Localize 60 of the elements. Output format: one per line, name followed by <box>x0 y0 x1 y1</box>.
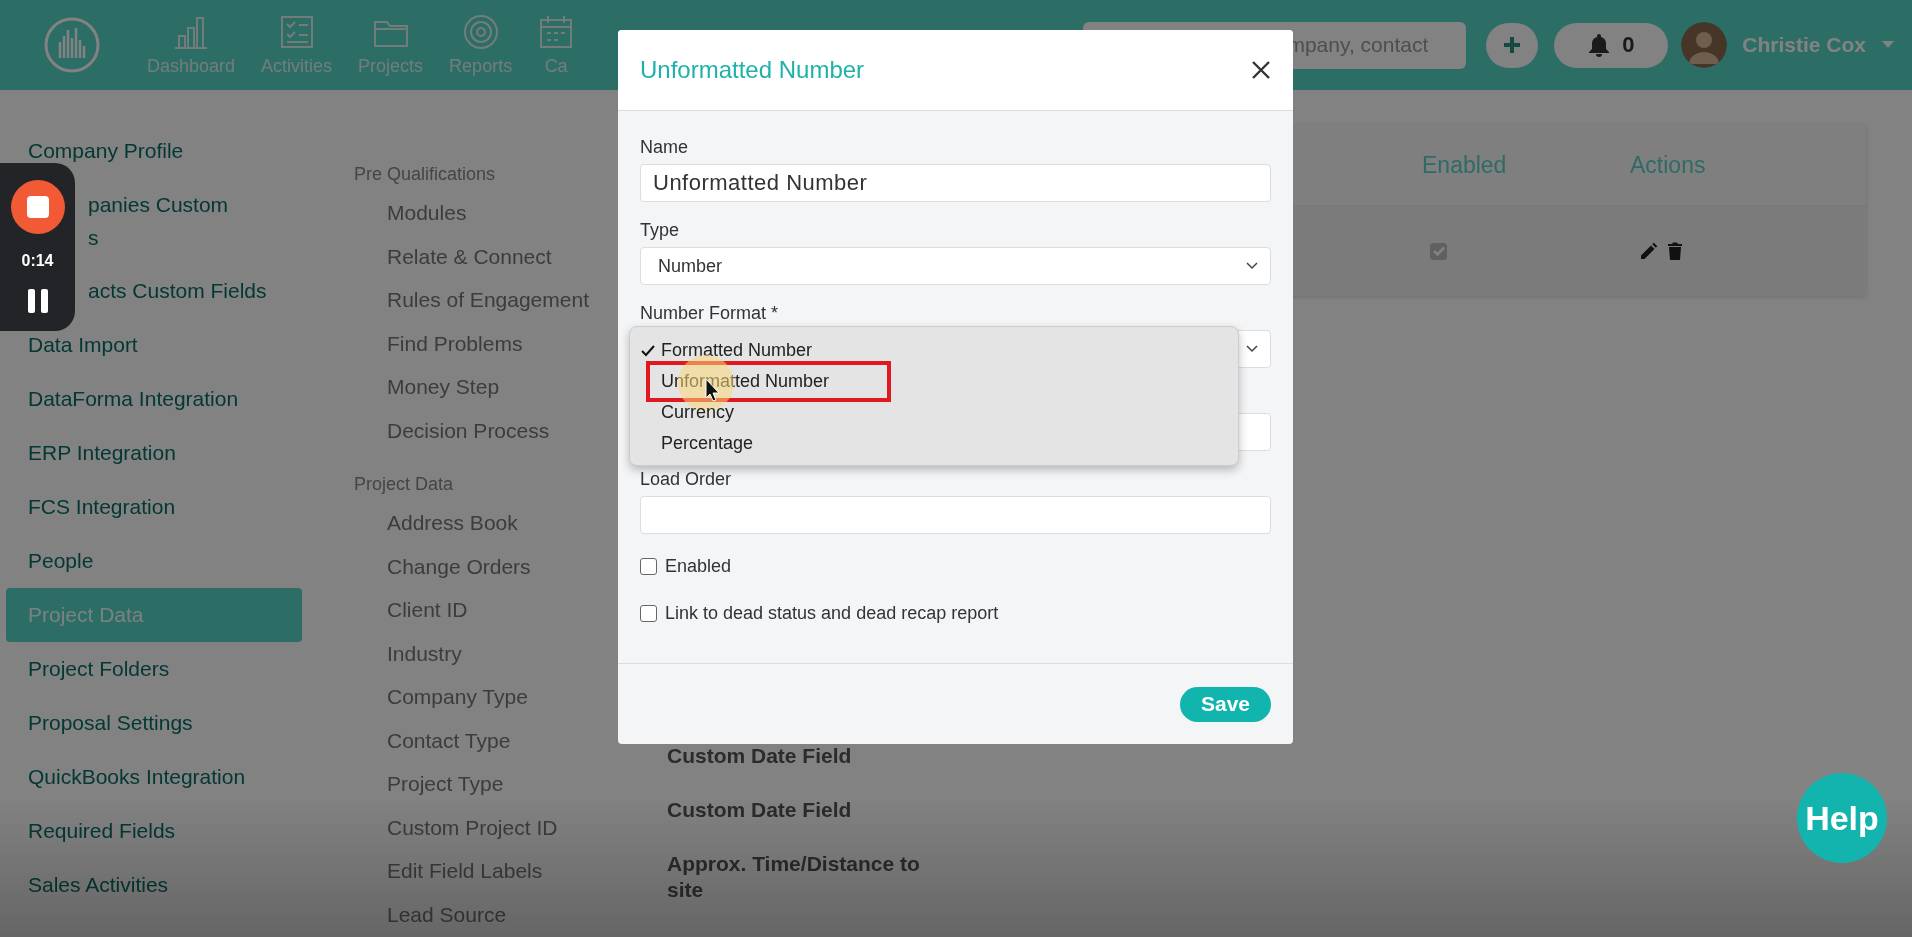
trash-icon[interactable] <box>1668 242 1682 260</box>
column-header: Actions <box>1630 151 1707 179</box>
sidebar-item[interactable]: DataForma Integration <box>6 372 261 426</box>
modal-title: Unformatted Number <box>640 56 865 84</box>
dropdown-option[interactable]: Percentage <box>630 428 1238 459</box>
sidebar-item[interactable]: panies Custom s <box>76 178 251 264</box>
checkbox[interactable] <box>640 558 657 575</box>
sidebar-item[interactable]: Required Fields <box>6 804 198 858</box>
dropdown-option[interactable]: Formatted Number <box>630 335 1238 366</box>
checkbox-label: Enabled <box>665 556 732 577</box>
notifications-button[interactable]: 0 <box>1554 22 1669 68</box>
add-button[interactable] <box>1486 22 1539 68</box>
user-name[interactable]: Christie Cox <box>1742 33 1866 57</box>
dropdown-option[interactable]: Currency <box>630 397 1238 428</box>
save-button[interactable]: Save <box>1180 686 1271 722</box>
select-field[interactable]: Number <box>640 247 1271 285</box>
field-label: Name <box>640 137 689 159</box>
sidebar-item[interactable]: FCS Integration <box>6 480 198 534</box>
pause-button[interactable] <box>26 288 49 314</box>
checklist-icon <box>278 13 315 50</box>
field-label: Type <box>640 220 681 242</box>
input-field[interactable] <box>640 496 1271 534</box>
field-label: Custom Date Field <box>667 797 853 823</box>
field-label: Load Order <box>640 469 733 491</box>
close-button[interactable] <box>1251 60 1271 80</box>
chevron-icon <box>1246 262 1258 270</box>
submenu-item[interactable]: Edit Field Labels <box>354 849 654 893</box>
checkbox[interactable] <box>1430 242 1447 260</box>
pencil-icon[interactable] <box>1640 242 1658 260</box>
sidebar-item[interactable]: Data Import <box>6 318 160 372</box>
field-label: Number Format * <box>640 303 780 325</box>
sidebar-item[interactable]: QuickBooks Integration <box>6 750 268 804</box>
field-label: Custom Date Field <box>667 743 853 769</box>
chevron-icon <box>1246 345 1258 353</box>
target-icon <box>462 13 499 50</box>
dropdown-option[interactable]: Unformatted Number <box>630 366 1238 397</box>
column-header: Enabled <box>1422 151 1508 179</box>
sidebar-item[interactable]: ERP Integration <box>6 426 198 480</box>
sidebar-item[interactable]: Project Data <box>6 588 302 642</box>
sidebar-item[interactable]: Sales Activities <box>6 858 191 912</box>
recording-time: 0:14 <box>21 252 54 270</box>
square-icon <box>25 195 50 219</box>
checkbox[interactable] <box>640 605 657 622</box>
sidebar-item[interactable]: Project Folders <box>6 642 192 696</box>
input-field[interactable]: Unformatted Number <box>640 164 1271 202</box>
stop-button[interactable] <box>10 180 65 234</box>
calendar-icon <box>538 13 575 50</box>
submenu-item[interactable]: Lead Source <box>354 892 654 936</box>
field-label: Approx. Time/Distance to site <box>667 851 921 903</box>
checkbox-label: Link to dead status and dead recap report <box>665 603 999 624</box>
sidebar-item[interactable]: Company Profile <box>6 124 206 178</box>
sidebar-item[interactable]: acts Custom Fields <box>76 264 289 318</box>
help-button[interactable]: Help <box>1797 773 1887 863</box>
submenu-item[interactable]: Custom Project ID <box>354 805 654 849</box>
sidebar-item[interactable]: People <box>6 534 116 588</box>
sidebar-item[interactable]: Proposal Settings <box>6 696 215 750</box>
submenu-item[interactable]: Project Type <box>354 762 654 806</box>
bell-icon <box>1588 33 1611 57</box>
plus-icon <box>1502 35 1523 55</box>
section-heading: Pre Qualifications <box>354 163 497 186</box>
